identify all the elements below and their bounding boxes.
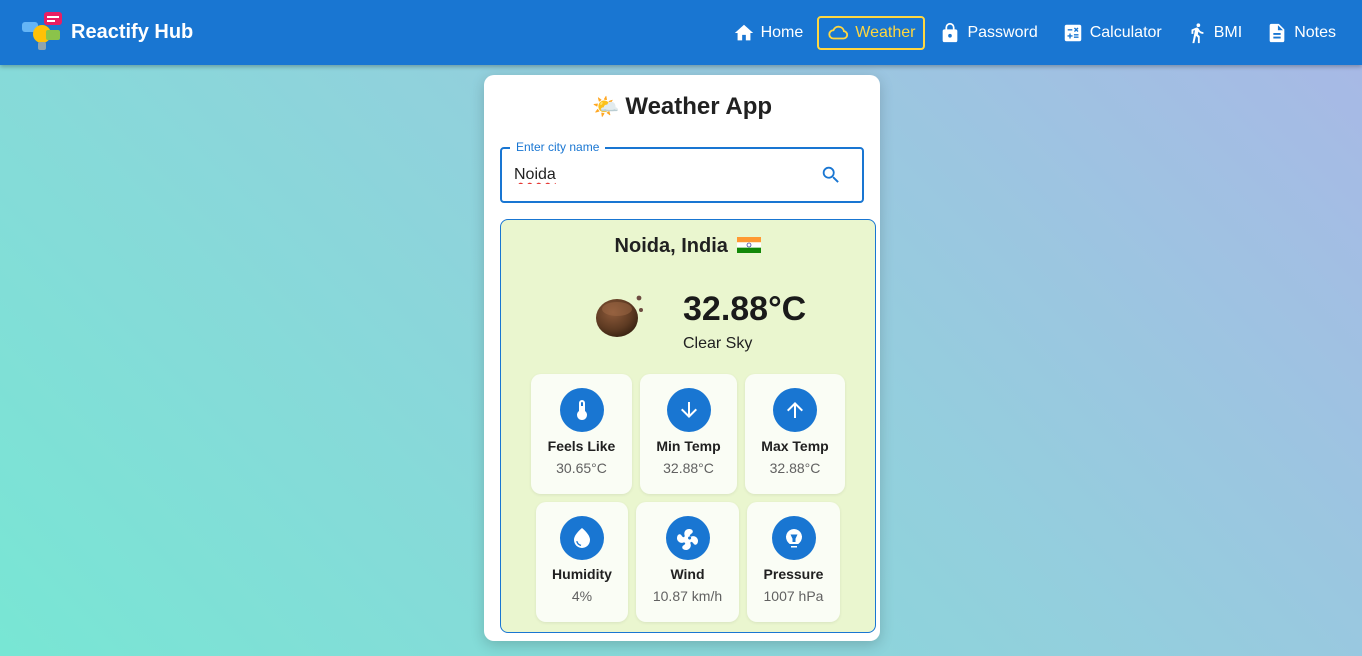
stat-label: Wind — [670, 566, 705, 582]
city-input-label: Enter city name — [510, 140, 606, 154]
stat-card-humidity: Humidity 4% — [536, 502, 628, 622]
weather-result-panel: Noida, India 32.88°C Clear Sky Feels Lik… — [500, 219, 876, 633]
nav-item-label: Calculator — [1089, 24, 1162, 41]
stat-card-wind: Wind 10.87 km/h — [636, 502, 739, 622]
nav-item-label: Password — [967, 24, 1038, 41]
stat-icon-wrap — [559, 388, 604, 432]
location-name: Noida, India — [614, 235, 728, 257]
page-title-text: Weather App — [625, 93, 773, 120]
stat-card-min-temp: Min Temp 32.88°C — [640, 374, 737, 494]
temperature-value: 32.88°C — [683, 290, 807, 328]
weather-condition: Clear Sky — [683, 335, 753, 352]
pressure-icon — [785, 529, 802, 548]
page-title: 🌤️ Weather App — [484, 93, 880, 121]
nav-item-label: Home — [760, 24, 804, 41]
city-input[interactable] — [514, 163, 804, 187]
stat-label: Max Temp — [761, 438, 829, 454]
stat-value: 32.88°C — [663, 460, 714, 476]
stat-card-max-temp: Max Temp 32.88°C — [745, 374, 845, 494]
walk-icon — [1191, 23, 1204, 44]
sun-cloud-icon: 🌤️ — [591, 94, 620, 119]
stat-value: 1007 hPa — [763, 588, 824, 604]
nav-item-calculator[interactable]: Calculator — [1052, 16, 1172, 50]
stat-label: Humidity — [552, 566, 612, 582]
india-flag-icon — [737, 237, 762, 253]
stat-icon-wrap — [560, 516, 604, 560]
cloud-icon — [828, 25, 849, 40]
stat-card-pressure: Pressure 1007 hPa — [747, 502, 840, 622]
calculator-icon — [1064, 24, 1081, 42]
nav-item-label: BMI — [1213, 24, 1243, 41]
main-nav: Home Weather Password Calculator BMI Not… — [723, 16, 1346, 50]
stat-label: Feels Like — [547, 438, 616, 454]
brand[interactable]: Reactify Hub — [22, 12, 193, 52]
arrow-down-icon — [680, 402, 697, 418]
nav-item-label: Weather — [855, 24, 916, 41]
clear-night-moon-icon — [596, 295, 643, 337]
app-logo-icon — [22, 12, 62, 50]
stat-label: Pressure — [763, 566, 824, 582]
nav-item-password[interactable]: Password — [929, 16, 1047, 50]
nav-item-notes[interactable]: Notes — [1256, 16, 1346, 50]
stat-value: 4% — [571, 588, 593, 604]
stat-value: 30.65°C — [556, 460, 607, 476]
stat-icon-wrap — [665, 516, 710, 560]
nav-item-bmi[interactable]: BMI — [1176, 16, 1252, 50]
stat-label: Min Temp — [656, 438, 721, 454]
stat-icon-wrap — [666, 388, 711, 432]
stat-icon-wrap — [773, 388, 817, 432]
home-icon — [734, 24, 753, 41]
wind-icon — [676, 529, 698, 550]
app-bar: Reactify Hub Home Weather Password Calcu… — [0, 0, 1362, 65]
location-title: Noida, India — [501, 235, 875, 258]
arrow-up-icon — [787, 402, 803, 418]
water-drop-icon — [574, 528, 590, 548]
nav-item-home[interactable]: Home — [723, 16, 814, 50]
thermometer-icon — [576, 400, 587, 420]
search-icon[interactable] — [820, 164, 842, 186]
lock-icon — [943, 22, 958, 43]
stat-card-feels-like: Feels Like 30.65°C — [531, 374, 632, 494]
stat-value: 10.87 km/h — [652, 588, 723, 604]
stat-value: 32.88°C — [769, 460, 821, 476]
stat-icon-wrap — [771, 516, 816, 560]
weather-card: 🌤️Weather App Enter city name Noida, Ind… — [484, 75, 880, 641]
city-search-field: Enter city name — [500, 140, 864, 203]
app-name: Reactify Hub — [71, 20, 194, 43]
nav-item-weather[interactable]: Weather — [817, 16, 926, 50]
note-icon — [1269, 23, 1285, 43]
nav-item-label: Notes — [1294, 24, 1336, 41]
